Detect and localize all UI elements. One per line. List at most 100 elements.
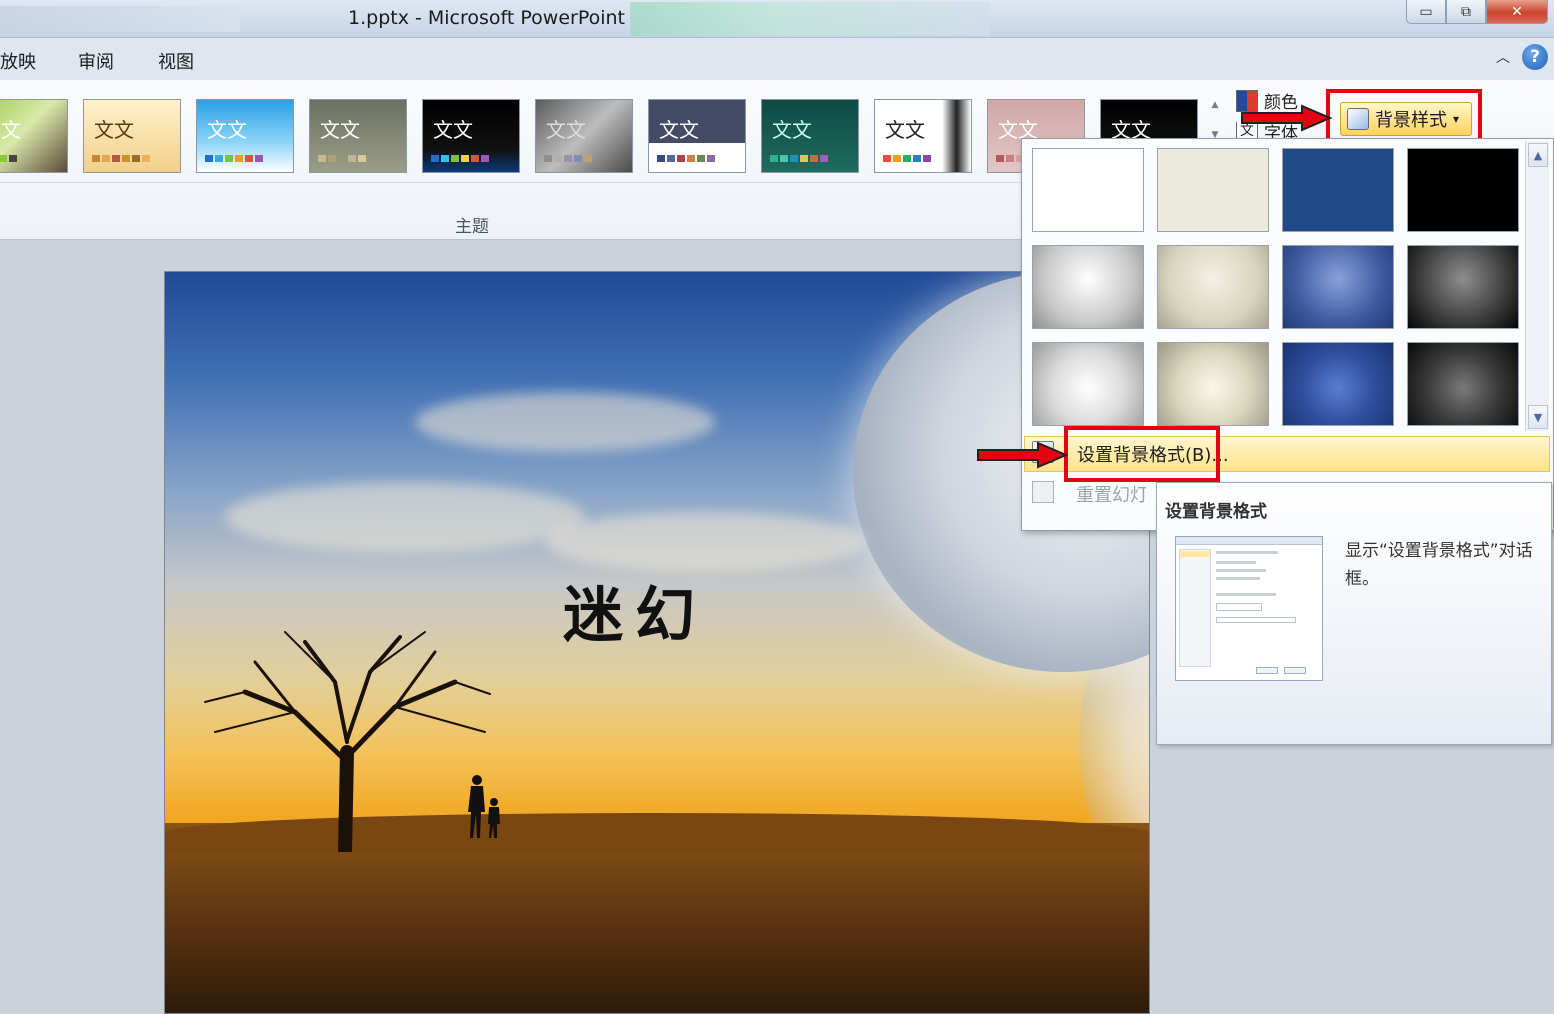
color-swatch: [657, 155, 665, 162]
cloud-graphic-2: [225, 482, 585, 552]
color-swatch: [903, 155, 911, 162]
slide-canvas[interactable]: 迷幻: [164, 271, 1150, 1014]
scroll-up-icon[interactable]: ▲: [1528, 143, 1548, 167]
theme-color-swatches: [657, 155, 715, 162]
color-swatch: [893, 155, 901, 162]
color-swatch: [481, 155, 489, 162]
color-swatch: [92, 155, 100, 162]
color-swatch: [461, 155, 469, 162]
cloud-graphic: [415, 392, 715, 452]
red-arrow-icon: [1241, 104, 1332, 132]
color-swatch: [348, 155, 356, 162]
tab-view[interactable]: 视图: [158, 48, 194, 74]
color-swatch: [358, 155, 366, 162]
dropdown-scrollbar[interactable]: ▲ ▼: [1525, 141, 1549, 431]
highlight-box-bg-styles: [1326, 89, 1482, 145]
color-swatch: [544, 155, 552, 162]
color-swatch: [913, 155, 921, 162]
theme-sample-text: 文文: [320, 118, 360, 142]
dialog-preview-image: [1175, 536, 1323, 681]
color-swatch: [215, 155, 223, 162]
color-swatch: [338, 155, 346, 162]
color-swatch: [205, 155, 213, 162]
theme-thumbnail[interactable]: 文文: [196, 99, 294, 173]
theme-color-swatches: [770, 155, 828, 162]
background-style-swatch[interactable]: [1032, 245, 1144, 329]
tooltip-description: 显示“设置背景格式”对话框。: [1345, 541, 1533, 589]
color-swatch: [554, 155, 562, 162]
theme-color-swatches: [205, 155, 263, 162]
color-swatch: [810, 155, 818, 162]
color-swatch: [245, 155, 253, 162]
color-swatch: [923, 155, 931, 162]
color-swatch: [780, 155, 788, 162]
theme-color-swatches: [431, 155, 489, 162]
color-swatch: [574, 155, 582, 162]
background-style-swatch[interactable]: [1157, 148, 1269, 232]
title-bar: 1.pptx - Microsoft PowerPoint ▭ ⧉ ✕: [0, 0, 1554, 38]
theme-thumbnail[interactable]: 文文: [309, 99, 407, 173]
theme-thumbnail[interactable]: 文文: [648, 99, 746, 173]
restore-button[interactable]: ⧉: [1446, 0, 1486, 24]
color-swatch: [820, 155, 828, 162]
theme-color-swatches: [544, 155, 592, 162]
tree-silhouette: [204, 631, 491, 852]
theme-thumbnail[interactable]: 文文: [83, 99, 181, 173]
color-swatch: [697, 155, 705, 162]
color-swatch: [235, 155, 243, 162]
theme-thumbnail[interactable]: 文文: [761, 99, 859, 173]
color-swatch: [318, 155, 326, 162]
color-swatch: [451, 155, 459, 162]
color-swatch: [122, 155, 130, 162]
background-style-swatch[interactable]: [1157, 245, 1269, 329]
tab-review[interactable]: 审阅: [78, 48, 114, 74]
color-swatch: [255, 155, 263, 162]
theme-thumbnail[interactable]: 文文: [422, 99, 520, 173]
theme-thumbnail[interactable]: 文文: [0, 99, 68, 173]
background-style-swatch[interactable]: [1407, 342, 1519, 426]
window-title: 1.pptx - Microsoft PowerPoint: [348, 7, 626, 29]
color-swatch: [1006, 155, 1014, 162]
theme-sample-text: 文文: [885, 118, 925, 142]
color-swatch: [677, 155, 685, 162]
theme-thumbnail[interactable]: 文文: [874, 99, 972, 173]
background-style-swatch[interactable]: [1282, 148, 1394, 232]
theme-thumbnail[interactable]: 文文: [535, 99, 633, 173]
minimize-ribbon-icon[interactable]: ︿: [1496, 47, 1510, 67]
color-swatch: [132, 155, 140, 162]
highlight-box-format-bg: [1064, 426, 1220, 482]
blurred-taskbar-region: [0, 6, 240, 32]
color-swatch: [142, 155, 150, 162]
color-swatch: [328, 155, 336, 162]
background-style-swatch[interactable]: [1157, 342, 1269, 426]
close-button[interactable]: ✕: [1486, 0, 1548, 24]
help-icon[interactable]: ?: [1522, 44, 1548, 70]
background-style-swatch[interactable]: [1282, 342, 1394, 426]
format-background-tooltip: 设置背景格式 显示“设置背景格式”对话框。: [1156, 482, 1552, 745]
background-style-swatch[interactable]: [1407, 245, 1519, 329]
background-style-swatch[interactable]: [1407, 148, 1519, 232]
color-swatch: [0, 155, 7, 162]
background-style-swatch[interactable]: [1032, 342, 1144, 426]
background-style-swatch[interactable]: [1032, 148, 1144, 232]
tab-slideshow[interactable]: 放映: [0, 48, 36, 74]
people-silhouette: [468, 775, 500, 838]
color-swatch: [102, 155, 110, 162]
theme-color-swatches: [318, 155, 366, 162]
background-style-swatch[interactable]: [1282, 245, 1394, 329]
red-arrow-icon-2: [977, 441, 1068, 469]
slide-title[interactable]: 迷幻: [563, 567, 707, 654]
color-swatch: [883, 155, 891, 162]
tooltip-title: 设置背景格式: [1165, 502, 1267, 522]
theme-sample-text: 文文: [207, 118, 247, 142]
theme-color-swatches: [883, 155, 931, 162]
theme-sample-text: 文文: [433, 118, 473, 142]
color-swatch: [584, 155, 592, 162]
color-swatch: [770, 155, 778, 162]
theme-sample-text: 文文: [0, 118, 21, 142]
color-swatch: [225, 155, 233, 162]
cloud-graphic-3: [545, 512, 865, 572]
gallery-scroll-up-icon[interactable]: ▲: [1205, 100, 1225, 114]
scroll-down-icon[interactable]: ▼: [1528, 405, 1548, 429]
minimize-button[interactable]: ▭: [1406, 0, 1446, 24]
